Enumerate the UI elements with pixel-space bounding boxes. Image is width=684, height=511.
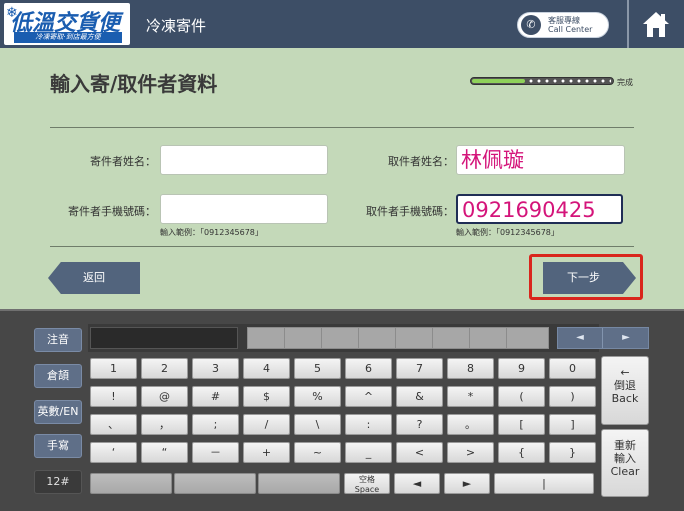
candidate-nav: ◄ ► [557, 327, 649, 349]
form-area: 輸入寄/取件者資料 完成 寄件者姓名： 取件者姓名： 林佩璇 寄件者手機號碼： … [0, 48, 684, 309]
key-row1-9[interactable]: 0 [549, 358, 596, 379]
clear-button[interactable]: 重新 輸入 Clear [601, 429, 649, 497]
key-row4-9[interactable]: } [549, 442, 596, 463]
key-row2-0[interactable]: ! [90, 386, 137, 407]
clear-label-en: Clear [610, 465, 640, 478]
sender-phone-field[interactable] [160, 194, 328, 224]
space-label-en: Space [354, 485, 380, 494]
bar-key[interactable]: | [494, 473, 594, 494]
key-row4-0[interactable]: ‘ [90, 442, 137, 463]
sender-phone-hint: 輸入範例：「0912345678」 [160, 228, 263, 237]
progress-bar [470, 77, 614, 85]
key-row4-5[interactable]: _ [345, 442, 392, 463]
home-icon [643, 12, 669, 37]
receiver-name-label: 取件者姓名： [388, 155, 454, 168]
blank-key[interactable] [258, 473, 340, 494]
key-row4-1[interactable]: “ [141, 442, 188, 463]
key-row4-8[interactable]: { [498, 442, 545, 463]
receiver-phone-label: 取件者手機號碼： [366, 205, 454, 218]
sender-phone-label: 寄件者手機號碼： [68, 205, 156, 218]
key-row3-2[interactable]: ; [192, 414, 239, 435]
page-section-title: 冷凍寄件 [146, 17, 207, 35]
candidate-next-button[interactable]: ► [606, 330, 646, 346]
call-center-button[interactable]: ✆ 客服專線 Call Center [517, 12, 609, 38]
composition-field [90, 327, 238, 349]
key-row2-9[interactable]: ) [549, 386, 596, 407]
phone-icon: ✆ [521, 15, 541, 35]
key-row3-8[interactable]: [ [498, 414, 545, 435]
onscreen-keyboard: ◄ ► 注音 倉頡 英數/EN 手寫 12# 1 2 3 4 5 6 7 8 9 0! @ # $% ^ &… [0, 309, 684, 511]
progress-fill [472, 79, 525, 83]
key-row1-5[interactable]: 6 [345, 358, 392, 379]
page-title: 輸入寄/取件者資料 [50, 72, 218, 96]
backspace-label-zh: 倒退 [614, 379, 636, 392]
key-row1-7[interactable]: 8 [447, 358, 494, 379]
key-row2-7[interactable]: * [447, 386, 494, 407]
key-row3-4[interactable]: \ [294, 414, 341, 435]
backspace-label-en: Back [611, 392, 639, 405]
next-button[interactable]: 下一步 [543, 262, 636, 294]
mode-symbols-button[interactable]: 12# [34, 470, 82, 494]
mode-english-button[interactable]: 英數/EN [34, 400, 82, 424]
key-row1-4[interactable]: 5 [294, 358, 341, 379]
key-row1-2[interactable]: 3 [192, 358, 239, 379]
key-row2-8[interactable]: ( [498, 386, 545, 407]
progress-label: 完成 [617, 78, 633, 87]
key-row2-4[interactable]: % [294, 386, 341, 407]
sender-name-label: 寄件者姓名： [90, 155, 156, 168]
back-button[interactable]: 返回 [48, 262, 140, 294]
blank-key[interactable] [174, 473, 256, 494]
backspace-arrow-icon: ← [620, 366, 630, 379]
cursor-left-key[interactable]: ◄ [394, 473, 440, 494]
mode-zhuyin-button[interactable]: 注音 [34, 328, 82, 352]
space-label-zh: 空格 [359, 475, 375, 484]
key-row1-3[interactable]: 4 [243, 358, 290, 379]
candidate-prev-button[interactable]: ◄ [560, 330, 600, 346]
key-row4-7[interactable]: > [447, 442, 494, 463]
key-row2-6[interactable]: & [396, 386, 443, 407]
key-row1-1[interactable]: 2 [141, 358, 188, 379]
key-row2-2[interactable]: # [192, 386, 239, 407]
key-row4-4[interactable]: ~ [294, 442, 341, 463]
backspace-button[interactable]: ← 倒退 Back [601, 356, 649, 425]
receiver-phone-value: 0921690425 [462, 198, 596, 222]
receiver-phone-hint: 輸入範例：「0912345678」 [456, 228, 559, 237]
key-row3-7[interactable]: 。 [447, 414, 494, 435]
key-row1-8[interactable]: 9 [498, 358, 545, 379]
key-row4-6[interactable]: < [396, 442, 443, 463]
clear-label-zh-2: 輸入 [614, 452, 636, 465]
key-row2-3[interactable]: $ [243, 386, 290, 407]
brand-logo: ❄ 低溫交貨便 冷凍寄取·到店最方便 [4, 3, 130, 45]
candidate-bar [247, 327, 549, 349]
key-row3-0[interactable]: 、 [90, 414, 137, 435]
receiver-name-value: 林佩璇 [461, 148, 524, 172]
header-bar: ❄ 低溫交貨便 冷凍寄取·到店最方便 冷凍寄件 ✆ 客服專線 Call Cent… [0, 0, 684, 48]
progress-steps [527, 79, 611, 83]
key-row1-6[interactable]: 7 [396, 358, 443, 379]
logo-tagline: 冷凍寄取·到店最方便 [14, 32, 122, 43]
divider [50, 246, 634, 247]
key-row2-5[interactable]: ^ [345, 386, 392, 407]
mode-handwriting-button[interactable]: 手寫 [34, 434, 82, 458]
receiver-phone-field[interactable]: 0921690425 [456, 194, 623, 224]
call-center-label-en: Call Center [548, 25, 593, 34]
cursor-right-key[interactable]: ► [444, 473, 490, 494]
key-row2-1[interactable]: @ [141, 386, 188, 407]
mode-cangjie-button[interactable]: 倉頡 [34, 364, 82, 388]
sender-name-field[interactable] [160, 145, 328, 175]
key-row3-6[interactable]: ? [396, 414, 443, 435]
key-row3-1[interactable]: ， [141, 414, 188, 435]
receiver-name-field[interactable]: 林佩璇 [456, 145, 625, 175]
blank-key[interactable] [90, 473, 172, 494]
key-row3-9[interactable]: ] [549, 414, 596, 435]
key-row1-0[interactable]: 1 [90, 358, 137, 379]
key-row4-3[interactable]: + [243, 442, 290, 463]
home-button[interactable] [629, 0, 684, 48]
divider [50, 127, 634, 128]
clear-label-zh-1: 重新 [614, 439, 636, 452]
key-row4-2[interactable]: － [192, 442, 239, 463]
space-key[interactable]: 空格 Space [344, 473, 390, 494]
key-row3-3[interactable]: / [243, 414, 290, 435]
key-row3-5[interactable]: : [345, 414, 392, 435]
